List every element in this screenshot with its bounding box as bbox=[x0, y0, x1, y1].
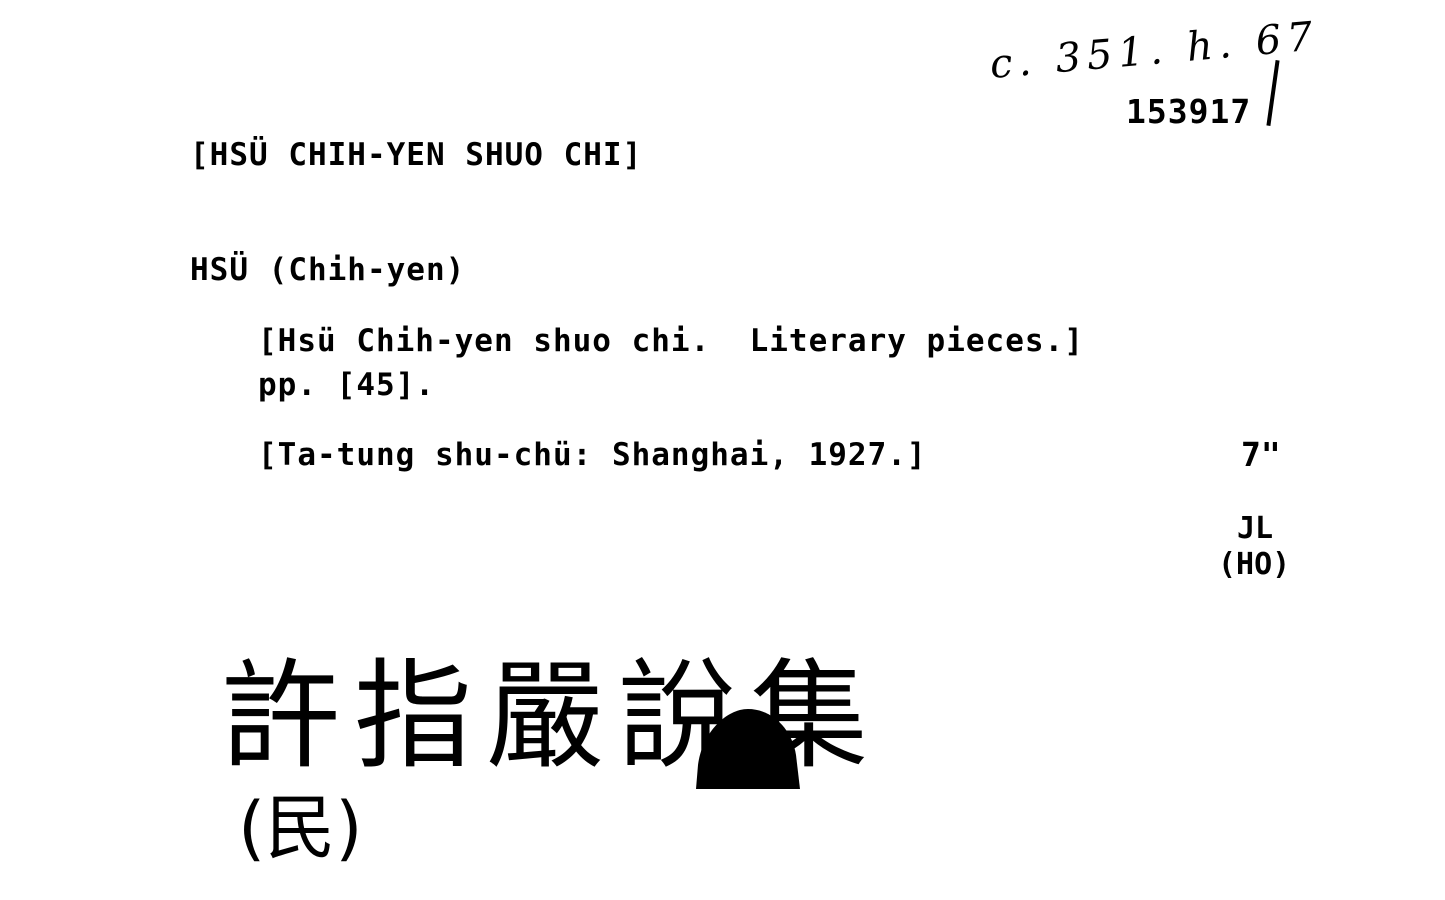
pagination: pp. [45]. bbox=[258, 367, 435, 403]
handwritten-chinese-note: (民) bbox=[238, 787, 363, 869]
ink-blot bbox=[696, 709, 800, 789]
cataloguer-code: (HO) bbox=[1218, 547, 1291, 582]
author-entry: HSÜ (Chih-yen) bbox=[190, 252, 466, 288]
accession-number: 153917 bbox=[1126, 92, 1252, 131]
card-heading: [HSÜ CHIH-YEN SHUO CHI] bbox=[190, 137, 643, 173]
imprint: [Ta-tung shu-chü: Shanghai, 1927.] bbox=[258, 437, 927, 473]
catalogue-card: c. 351. h. 67 153917 [HSÜ CHIH-YEN SHUO … bbox=[0, 0, 1445, 900]
handwritten-shelfmark: c. 351. h. 67 bbox=[987, 13, 1321, 89]
cataloguer-initials: JL bbox=[1237, 511, 1274, 546]
shelfmark-stroke bbox=[1266, 60, 1280, 126]
size-note: 7" bbox=[1241, 435, 1281, 474]
title-entry: [Hsü Chih-yen shuo chi. Literary pieces.… bbox=[258, 323, 1084, 359]
